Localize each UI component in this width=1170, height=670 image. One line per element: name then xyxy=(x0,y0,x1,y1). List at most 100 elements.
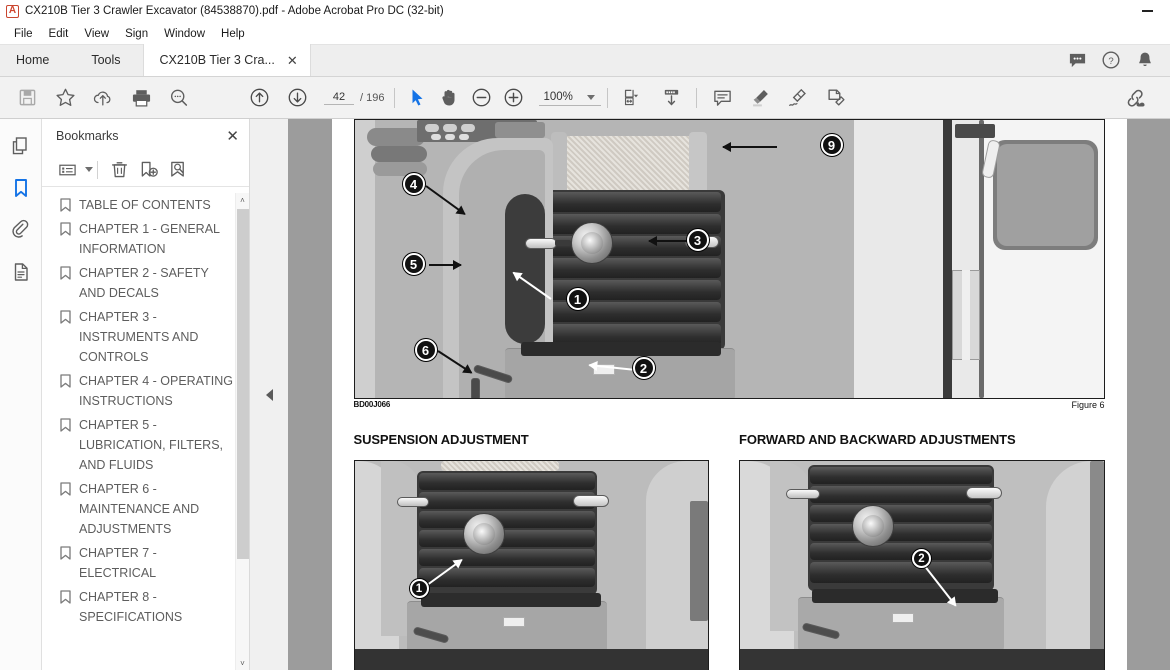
list-item-label: CHAPTER 2 - SAFETY AND DECALS xyxy=(79,266,209,300)
page-thumbnails-icon[interactable] xyxy=(4,129,38,163)
main-toolbar: / 196 100% xyxy=(0,77,1170,119)
draw-icon[interactable] xyxy=(779,77,817,119)
list-item-label: CHAPTER 6 - MAINTENANCE AND ADJUSTMENTS xyxy=(79,482,200,536)
fit-page-icon[interactable] xyxy=(614,77,652,119)
document-viewport[interactable]: 9 4 3 5 1 2 6 BD00J066 Figure 6 SUSPENSI… xyxy=(288,119,1170,670)
print-icon[interactable] xyxy=(122,77,160,119)
window-controls xyxy=(1125,0,1170,23)
window-title: CX210B Tier 3 Crawler Excavator (8453887… xyxy=(25,5,444,17)
hand-tool-icon[interactable] xyxy=(433,77,465,119)
bookmark-item-icon xyxy=(60,310,71,324)
collapse-panel-arrow-icon[interactable] xyxy=(265,388,273,401)
list-item[interactable]: CHAPTER 7 - ELECTRICAL xyxy=(42,541,249,585)
menu-file[interactable]: File xyxy=(6,26,41,42)
callout-4: 4 xyxy=(402,173,425,195)
callout-1: 1 xyxy=(566,288,589,310)
list-item[interactable]: TABLE OF CONTENTS xyxy=(42,193,249,217)
toolbar-separator-2 xyxy=(607,87,609,108)
list-item-label: CHAPTER 8 - SPECIFICATIONS xyxy=(79,590,183,624)
help-icon[interactable]: ? xyxy=(1096,44,1126,76)
comment-icon[interactable] xyxy=(703,77,741,119)
bookmarks-scrollbar[interactable]: ˄ ˅ xyxy=(235,193,249,670)
list-item[interactable]: CHAPTER 6 - MAINTENANCE AND ADJUSTMENTS xyxy=(42,477,249,541)
menu-view[interactable]: View xyxy=(76,26,117,42)
bookmarks-panel-title: Bookmarks xyxy=(56,129,119,143)
page-total-label: / 196 xyxy=(360,91,385,104)
tab-document-label: CX210B Tier 3 Cra... xyxy=(159,53,275,67)
delete-bookmark-icon[interactable] xyxy=(106,157,133,183)
select-cursor-icon[interactable] xyxy=(401,77,433,119)
tab-tools[interactable]: Tools xyxy=(69,44,142,76)
scrollbar-thumb[interactable] xyxy=(236,209,249,560)
highlight-icon[interactable] xyxy=(741,77,779,119)
page-navigation: / 196 xyxy=(324,90,384,105)
bookmark-item-icon xyxy=(60,418,71,432)
list-item[interactable]: CHAPTER 8 - SPECIFICATIONS xyxy=(42,585,249,629)
callout-2: 2 xyxy=(632,357,655,379)
section-suspension-adjustment: SUSPENSION ADJUSTMENT 1 xyxy=(353,432,730,670)
suspension-adjustment-image: 1 xyxy=(353,460,709,670)
panel-collapse-gutter[interactable] xyxy=(250,119,288,670)
page-down-icon[interactable] xyxy=(278,77,316,119)
menu-help[interactable]: Help xyxy=(213,26,253,42)
leader-line-5 xyxy=(428,264,461,266)
forward-backward-adjustments-image: 2 xyxy=(739,460,1105,670)
scrollbar-track[interactable] xyxy=(236,207,250,656)
bookmark-item-icon xyxy=(60,222,71,236)
bookmark-item-icon xyxy=(60,546,71,560)
bookmarks-list[interactable]: TABLE OF CONTENTS CHAPTER 1 - GENERAL IN… xyxy=(42,187,249,670)
attachments-icon[interactable] xyxy=(4,213,38,247)
list-item[interactable]: CHAPTER 1 - GENERAL INFORMATION xyxy=(42,217,249,261)
svg-text:?: ? xyxy=(1108,56,1113,67)
save-icon[interactable] xyxy=(8,77,46,119)
find-bookmark-icon[interactable] xyxy=(164,157,191,183)
figure-6-caption: BD00J066 Figure 6 xyxy=(354,399,1105,410)
photo-forward-backward: 2 xyxy=(740,461,1104,670)
new-bookmark-icon[interactable] xyxy=(135,157,162,183)
list-item[interactable]: CHAPTER 3 - INSTRUMENTS AND CONTROLS xyxy=(42,305,249,369)
close-icon[interactable]: ✕ xyxy=(226,129,239,144)
scroll-down-button[interactable]: ˅ xyxy=(236,656,250,670)
bookmark-options-icon[interactable] xyxy=(54,157,81,183)
list-item[interactable]: CHAPTER 5 - LUBRICATION, FILTERS, AND FL… xyxy=(42,413,249,477)
tab-home-label: Home xyxy=(16,53,50,67)
zoom-level-select[interactable]: 100% xyxy=(539,89,602,106)
minimize-icon xyxy=(1142,10,1153,12)
tab-home[interactable]: Home xyxy=(0,44,69,76)
bookmarks-icon[interactable] xyxy=(4,171,38,205)
menu-sign[interactable]: Sign xyxy=(117,26,156,42)
zoom-out-icon[interactable] xyxy=(465,77,497,119)
close-icon[interactable]: ✕ xyxy=(285,54,300,67)
scroll-up-button[interactable]: ˄ xyxy=(236,193,250,207)
list-item[interactable]: CHAPTER 2 - SAFETY AND DECALS xyxy=(42,261,249,305)
bookmark-item-icon xyxy=(60,198,71,212)
document-properties-icon[interactable] xyxy=(4,255,38,289)
fill-and-sign-icon[interactable] xyxy=(817,77,855,119)
menu-window[interactable]: Window xyxy=(156,26,213,42)
callout-5: 5 xyxy=(402,253,425,275)
list-item[interactable]: CHAPTER 4 - OPERATING INSTRUCTIONS xyxy=(42,369,249,413)
callout-3: 3 xyxy=(686,229,709,251)
bookmark-item-icon xyxy=(60,590,71,604)
list-item-label: CHAPTER 7 - ELECTRICAL xyxy=(79,546,157,580)
chat-icon[interactable] xyxy=(1062,44,1092,76)
tab-bar: Home Tools CX210B Tier 3 Cra... ✕ ? xyxy=(0,44,1170,77)
scroll-mode-icon[interactable] xyxy=(652,77,690,119)
tab-document[interactable]: CX210B Tier 3 Cra... ✕ xyxy=(142,44,311,76)
figure-6-image: 9 4 3 5 1 2 6 xyxy=(353,119,1105,399)
search-icon[interactable] xyxy=(160,77,198,119)
page-number-input[interactable] xyxy=(324,90,354,105)
bookmark-item-icon xyxy=(60,482,71,496)
star-icon[interactable] xyxy=(46,77,84,119)
minimize-button[interactable] xyxy=(1125,0,1170,23)
menu-edit[interactable]: Edit xyxy=(41,26,77,42)
share-link-icon[interactable] xyxy=(1116,77,1154,119)
toolbar-separator-3 xyxy=(696,87,698,108)
zoom-in-icon[interactable] xyxy=(497,77,529,119)
page-up-icon[interactable] xyxy=(240,77,278,119)
notification-bell-icon[interactable] xyxy=(1130,44,1160,76)
chevron-down-icon[interactable] xyxy=(85,167,93,172)
toolbar-right-actions xyxy=(1116,77,1162,119)
upload-cloud-icon[interactable] xyxy=(84,77,122,119)
menu-bar: File Edit View Sign Window Help xyxy=(0,23,1170,45)
